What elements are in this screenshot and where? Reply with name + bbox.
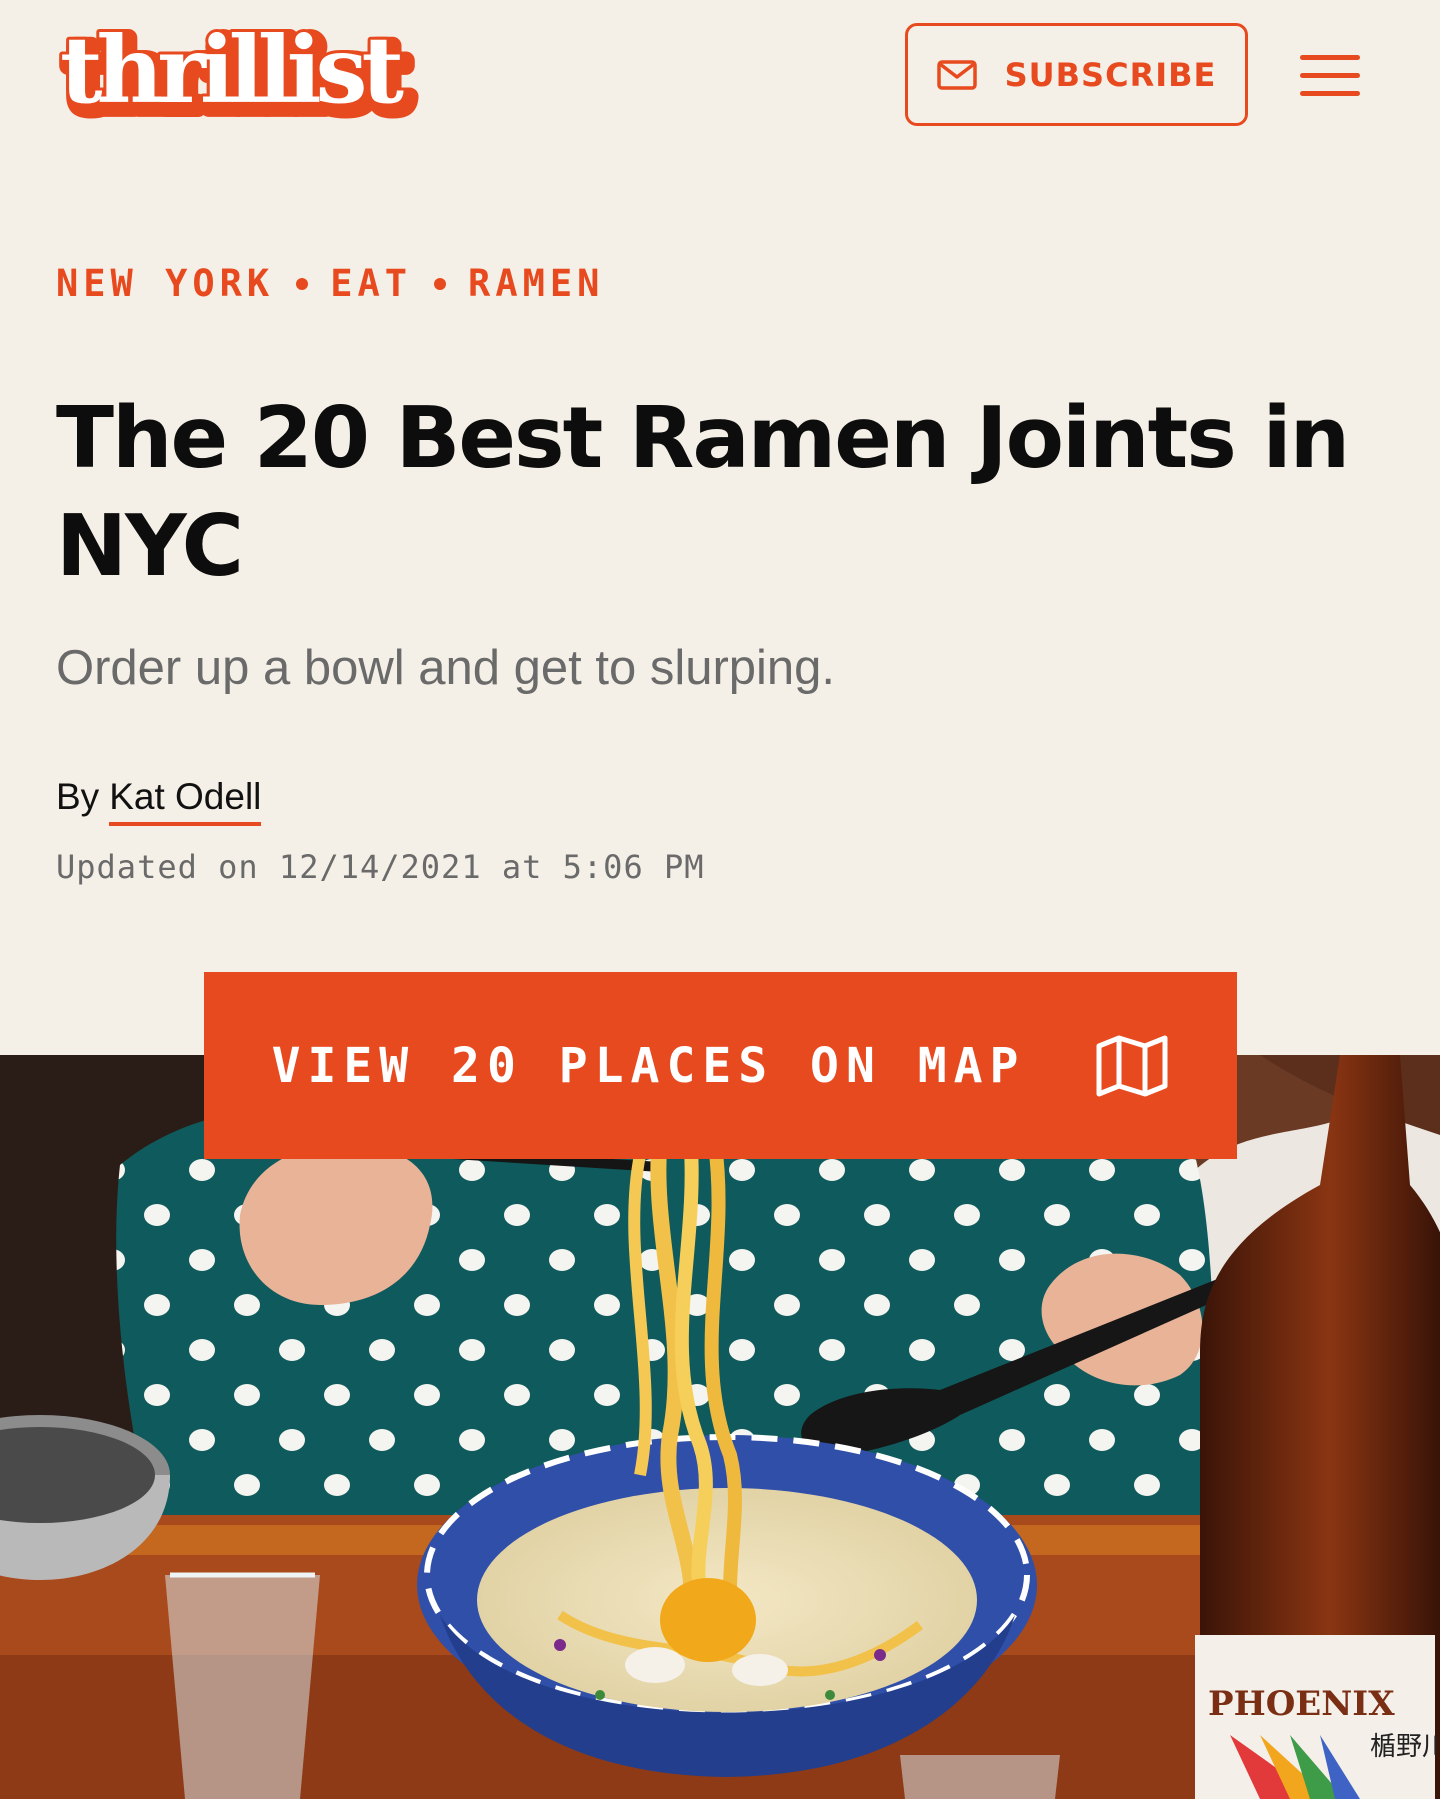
- breadcrumb-separator: [296, 277, 309, 290]
- subscribe-label: SUBSCRIBE: [1004, 55, 1217, 94]
- thrillist-logo-mark: thrillist thrillist: [57, 13, 425, 139]
- ramen-photo: PHOENIX 楯野川: [0, 1055, 1440, 1799]
- breadcrumb: NEW YORK EAT RAMEN: [56, 262, 604, 305]
- svg-text:PHOENIX: PHOENIX: [1208, 1684, 1395, 1724]
- byline: By Kat Odell: [56, 776, 262, 826]
- breadcrumb-separator: [434, 277, 447, 290]
- byline-prefix: By: [56, 776, 100, 817]
- view-on-map-label: VIEW 20 PLACES ON MAP: [271, 1037, 1026, 1094]
- hamburger-menu-icon[interactable]: [1300, 55, 1360, 99]
- breadcrumb-ramen[interactable]: RAMEN: [468, 262, 604, 305]
- view-on-map-button[interactable]: VIEW 20 PLACES ON MAP: [204, 972, 1237, 1159]
- svg-text:thrillist: thrillist: [60, 22, 404, 124]
- subscribe-button[interactable]: SUBSCRIBE: [905, 23, 1248, 126]
- author-link[interactable]: Kat Odell: [109, 776, 262, 826]
- page-title: The 20 Best Ramen Joints in NYC: [56, 389, 1350, 596]
- thrillist-logo[interactable]: thrillist thrillist: [56, 13, 436, 139]
- svg-text:楯野川: 楯野川: [1370, 1732, 1440, 1762]
- breadcrumb-new-york[interactable]: NEW YORK: [56, 262, 274, 305]
- updated-timestamp: Updated on 12/14/2021 at 5:06 PM: [56, 848, 705, 886]
- article-subtitle: Order up a bowl and get to slurping.: [56, 641, 836, 695]
- breadcrumb-eat[interactable]: EAT: [330, 262, 412, 305]
- mail-icon: [936, 59, 977, 90]
- hero-image: PHOENIX 楯野川: [0, 1055, 1440, 1799]
- map-icon: [1096, 1035, 1168, 1096]
- site-header: thrillist thrillist SUBSCRIBE: [0, 0, 1440, 150]
